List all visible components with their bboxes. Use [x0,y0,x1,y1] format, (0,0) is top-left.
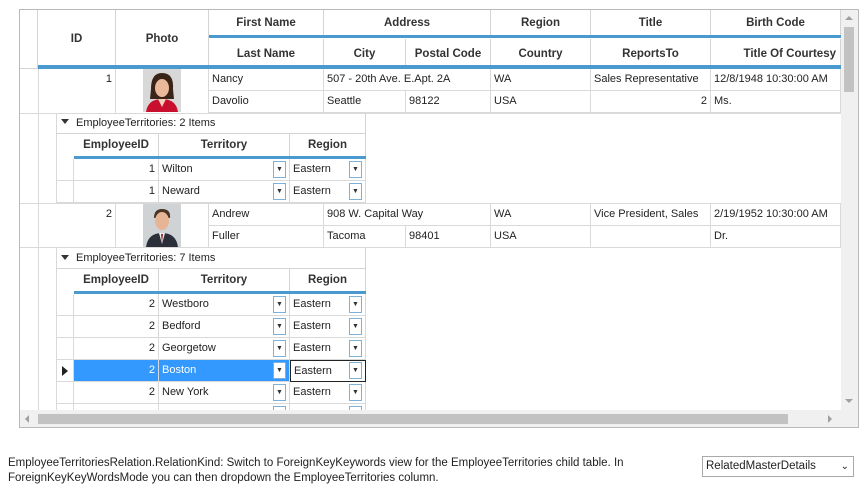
dropdown-icon[interactable]: ▼ [349,340,362,357]
description-line-2: ForeignKeyKeyWordsMode you can then drop… [8,471,439,484]
cell-id[interactable]: 2 [38,204,116,248]
child-cell-employee-id[interactable]: 2 [74,294,159,316]
dropdown-icon[interactable]: ▼ [349,161,362,178]
dropdown-icon[interactable]: ▼ [349,183,362,200]
cell-postal-code[interactable]: 98122 [406,91,491,113]
child-cell-employee-id[interactable]: 1 [74,159,159,181]
column-header-first-name[interactable]: First Name [209,10,324,37]
child-cell-territory[interactable]: Boston [159,360,290,382]
cell-region[interactable]: WA [491,69,591,91]
dropdown-icon[interactable]: ▼ [349,362,362,379]
child-header-region[interactable]: Region [290,269,366,291]
column-header-birth-code[interactable]: Birth Code [711,10,841,37]
child-cell-employee-id[interactable]: 2 [74,316,159,338]
child-header-region[interactable]: Region [290,134,366,156]
dropdown-icon[interactable]: ▼ [349,318,362,335]
scroll-up-icon[interactable] [845,16,853,20]
current-row-indicator [56,360,74,382]
dropdown-icon[interactable]: ▼ [349,296,362,313]
dropdown-icon[interactable]: ▼ [349,384,362,401]
cell-birth[interactable]: 2/19/1952 10:30:00 AM [711,204,841,226]
dropdown-icon[interactable]: ▼ [273,318,286,335]
column-header-title[interactable]: Title [591,10,711,37]
child-table-title: EmployeeTerritories: 2 Items [56,113,366,134]
scroll-down-icon[interactable] [845,399,853,403]
child-cell-employee-id[interactable]: 2 [74,382,159,404]
scroll-right-icon[interactable] [828,415,832,423]
cell-id[interactable]: 1 [38,69,116,114]
description-line-1: EmployeeTerritoriesRelation.RelationKind… [8,457,624,469]
vertical-scroll-thumb[interactable] [844,27,854,92]
cell-city[interactable]: Tacoma [324,226,406,248]
relation-kind-select[interactable]: RelatedMasterDetails ⌄ [702,456,854,477]
cell-last-name[interactable]: Fuller [209,226,324,248]
cell-reports-to[interactable]: 2 [591,91,711,113]
dropdown-icon[interactable]: ▼ [273,362,286,379]
cell-address[interactable]: 908 W. Capital Way [324,204,491,226]
child-header-territory[interactable]: Territory [159,269,290,291]
cell-photo[interactable] [116,69,209,114]
person-photo-woman [143,69,181,112]
scroll-left-icon[interactable] [25,415,29,423]
cell-address[interactable]: 507 - 20th Ave. E.Apt. 2A [324,69,491,91]
dropdown-icon[interactable]: ▼ [273,384,286,401]
horizontal-scroll-thumb[interactable] [38,414,788,424]
cell-photo[interactable] [116,204,209,248]
cell-country[interactable]: USA [491,91,591,113]
dropdown-icon[interactable]: ▼ [273,183,286,200]
cell-last-name[interactable]: Davolio [209,91,324,113]
child-cell-employee-id[interactable]: 1 [74,181,159,203]
child-header-territory[interactable]: Territory [159,134,290,156]
child-cell-employee-id[interactable]: 2 [74,360,159,382]
vertical-scrollbar[interactable] [841,10,858,410]
horizontal-scrollbar[interactable] [20,410,841,427]
current-row-arrow-icon [62,366,68,376]
scrollbar-corner [841,410,858,427]
cell-reports-to[interactable] [591,226,711,248]
child-cell-territory[interactable]: Georgetow [159,338,290,360]
chevron-down-icon: ⌄ [840,461,849,472]
cell-courtesy[interactable]: Dr. [711,226,841,248]
dropdown-icon[interactable]: ▼ [273,161,286,178]
column-header-photo[interactable]: Photo [116,10,209,69]
relation-kind-value: RelatedMasterDetails [706,460,816,472]
row-header-corner [20,10,38,69]
cell-country[interactable]: USA [491,226,591,248]
child-cell-territory[interactable]: Neward [159,181,290,203]
dropdown-icon[interactable]: ▼ [273,340,286,357]
dropdown-icon[interactable]: ▼ [273,296,286,313]
cell-postal-code[interactable]: 98401 [406,226,491,248]
person-photo-man [143,204,181,247]
child-cell-territory[interactable]: Westboro [159,294,290,316]
cell-region[interactable]: WA [491,204,591,226]
child-header-employee-id[interactable]: EmployeeID [74,134,159,156]
child-cell-territory[interactable]: Wilton [159,159,290,181]
cell-title[interactable]: Vice President, Sales [591,204,711,226]
child-table-title: EmployeeTerritories: 7 Items [56,248,366,269]
column-header-id[interactable]: ID [38,10,116,69]
cell-first-name[interactable]: Nancy [209,69,324,91]
header-accent-line [209,35,841,38]
column-header-address[interactable]: Address [324,10,491,37]
child-cell-territory[interactable]: New York [159,382,290,404]
cell-courtesy[interactable]: Ms. [711,91,841,113]
data-grid[interactable]: ID Photo First Name Address Region Title… [19,9,859,428]
child-cell-employee-id[interactable]: 2 [74,338,159,360]
column-header-region[interactable]: Region [491,10,591,37]
child-header-employee-id[interactable]: EmployeeID [74,269,159,291]
child-cell-territory[interactable]: Bedford [159,316,290,338]
cell-birth[interactable]: 12/8/1948 10:30:00 AM [711,69,841,91]
cell-first-name[interactable]: Andrew [209,204,324,226]
cell-city[interactable]: Seattle [324,91,406,113]
description-text: EmployeeTerritoriesRelation.RelationKind… [8,456,668,485]
cell-title[interactable]: Sales Representative [591,69,711,91]
